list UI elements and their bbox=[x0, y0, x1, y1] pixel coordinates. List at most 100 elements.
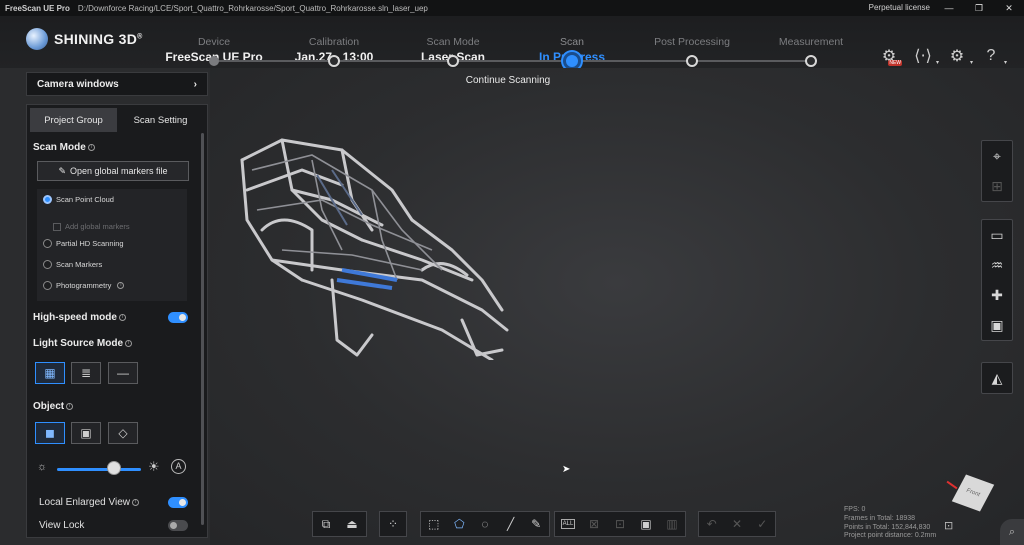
local-enlarged-toggle[interactable] bbox=[168, 497, 188, 508]
scan-statistics: FPS: 0 Frames in Total: 18938 Points in … bbox=[844, 506, 936, 541]
markers-button[interactable]: ⁘ bbox=[380, 512, 406, 536]
scanned-car-frame-model[interactable] bbox=[222, 130, 522, 360]
help-icon[interactable]: ? ▾ bbox=[978, 44, 1007, 68]
line-select-button[interactable]: ╱ bbox=[498, 512, 524, 536]
transform-button[interactable]: ⊞ bbox=[982, 171, 1012, 201]
chevron-down-icon: ▾ bbox=[1003, 60, 1007, 66]
object-reflective-button[interactable]: ▣ bbox=[71, 422, 101, 444]
select-all-label: ALL bbox=[560, 519, 576, 529]
open-global-markers-button[interactable]: ✎ Open global markers file bbox=[37, 161, 189, 181]
light-single-line-button[interactable]: — bbox=[108, 362, 138, 384]
x-icon: ✕ bbox=[731, 517, 743, 531]
checkbox-add-global-markers[interactable]: Add global markers bbox=[53, 222, 130, 231]
mesh-render-button[interactable]: ◭ bbox=[982, 363, 1012, 393]
light-parallel-lines-button[interactable]: ≣ bbox=[71, 362, 101, 384]
rectangle-select-icon: ⬚ bbox=[428, 517, 440, 531]
undo-button[interactable]: ↶ bbox=[699, 512, 724, 536]
step-dot-calibration[interactable] bbox=[328, 55, 340, 67]
deselect-button[interactable]: ⊠ bbox=[581, 512, 607, 536]
bottom-toolbar-selection: ⬚ ⬠ ◌ ╱ ✎ bbox=[420, 511, 550, 537]
radio-icon bbox=[43, 239, 52, 248]
minimize-button[interactable]: — bbox=[934, 0, 964, 16]
delete-button[interactable]: ▥ bbox=[659, 512, 685, 536]
local-enlarged-heading: Local Enlarged View i bbox=[39, 497, 139, 508]
scan-mode-heading: Scan Mode i bbox=[33, 142, 95, 153]
connected-select-button[interactable]: ▣ bbox=[633, 512, 659, 536]
logo-sphere-icon bbox=[26, 28, 48, 50]
close-button[interactable]: ✕ bbox=[994, 0, 1024, 16]
window-icon: ▭ bbox=[990, 226, 1004, 243]
tab-scan-setting[interactable]: Scan Setting bbox=[117, 108, 204, 132]
title-bar: FreeScan UE Pro D:/Downforce Racing/LCE/… bbox=[0, 0, 1024, 16]
info-icon[interactable]: i bbox=[66, 402, 74, 410]
plugin-button[interactable]: ✚ bbox=[982, 280, 1012, 310]
radio-photogrammetry[interactable]: Photogrammetry i bbox=[43, 281, 125, 290]
panel-tabs: Project Group Scan Setting bbox=[30, 108, 204, 132]
save-button[interactable]: ▣ bbox=[982, 310, 1012, 340]
step-dot-scan-mode[interactable] bbox=[447, 55, 459, 67]
clean-brush-button[interactable]: ♒ bbox=[982, 250, 1012, 280]
chevron-down-icon: ▾ bbox=[969, 60, 973, 66]
step-dot-measurement[interactable] bbox=[805, 55, 817, 67]
info-icon[interactable]: i bbox=[132, 498, 139, 506]
frames-total: Frames in Total: 18938 bbox=[844, 514, 916, 522]
scan-mode-options: Scan Point Cloud Add global markers Part… bbox=[37, 189, 187, 301]
step-dot-post-processing[interactable] bbox=[686, 55, 698, 67]
apply-button[interactable]: ✓ bbox=[750, 512, 775, 536]
continue-scanning-label[interactable]: Continue Scanning bbox=[440, 75, 576, 86]
light-multi-line-button[interactable]: ▦ bbox=[35, 362, 65, 384]
radio-label: Photogrammetry bbox=[56, 281, 112, 290]
camera-windows-toggle[interactable]: Camera windows › bbox=[26, 72, 208, 96]
brightness-slider-handle[interactable] bbox=[107, 461, 121, 475]
view-lock-toggle[interactable] bbox=[168, 520, 188, 531]
step-dot-device[interactable] bbox=[209, 56, 219, 66]
fps-readout: FPS: 0 bbox=[844, 506, 866, 513]
view-box-button[interactable]: ⧉ bbox=[313, 512, 339, 536]
step-title: Measurement bbox=[778, 36, 844, 48]
new-feature-icon[interactable]: ⚙ NEW bbox=[876, 44, 902, 68]
high-speed-toggle[interactable] bbox=[168, 312, 188, 323]
tab-project-group[interactable]: Project Group bbox=[30, 108, 117, 132]
object-solid-button[interactable]: ◼ bbox=[35, 422, 65, 444]
check-icon: ✓ bbox=[757, 517, 768, 531]
fit-view-icon[interactable]: ⊡ bbox=[944, 519, 958, 533]
panel-scrollbar[interactable] bbox=[201, 133, 204, 525]
search-icon: ⌕ bbox=[1008, 525, 1016, 538]
info-icon[interactable]: i bbox=[118, 313, 126, 321]
auto-brightness-button[interactable]: A bbox=[171, 459, 186, 474]
settings-gear-icon[interactable]: ⚙ ▾ bbox=[944, 44, 973, 68]
info-icon[interactable]: i bbox=[125, 339, 132, 347]
select-all-button[interactable]: ALL bbox=[555, 512, 581, 536]
brush-select-button[interactable]: ✎ bbox=[523, 512, 549, 536]
app-title: FreeScan UE Pro bbox=[5, 3, 70, 13]
lasso-select-button[interactable]: ◌ bbox=[472, 512, 498, 536]
invert-selection-button[interactable]: ⊡ bbox=[607, 512, 633, 536]
invert-icon: ⊡ bbox=[614, 517, 626, 531]
cancel-button[interactable]: ✕ bbox=[724, 512, 749, 536]
light-source-heading: Light Source Mode i bbox=[33, 338, 132, 349]
info-icon[interactable]: i bbox=[87, 143, 95, 151]
object-label: Object bbox=[33, 401, 65, 412]
share-icon[interactable]: ⟨⋅⟩ ▾ bbox=[910, 44, 939, 68]
brightness-low-icon: ☼ bbox=[37, 461, 48, 473]
window-panel-button[interactable]: ▭ bbox=[982, 220, 1012, 250]
radio-partial-hd-scanning[interactable]: Partial HD Scanning bbox=[43, 239, 124, 248]
camera-windows-label: Camera windows bbox=[37, 78, 119, 90]
polygon-select-button[interactable]: ⬠ bbox=[447, 512, 473, 536]
restore-button[interactable]: ❐ bbox=[964, 0, 994, 16]
info-icon[interactable]: i bbox=[117, 282, 125, 289]
radio-scan-markers[interactable]: Scan Markers bbox=[43, 260, 102, 269]
scan-settings-panel: Project Group Scan Setting Scan Mode i ✎ … bbox=[26, 104, 208, 538]
deselect-icon: ⊠ bbox=[588, 517, 600, 531]
scan-plane-button[interactable]: ⏏ bbox=[339, 512, 365, 536]
checkbox-label: Add global markers bbox=[65, 222, 130, 231]
zoom-search-button[interactable]: ⌕ bbox=[1000, 519, 1024, 545]
rect-select-button[interactable]: ⬚ bbox=[421, 512, 447, 536]
edit-point-tool-button[interactable]: ⌖ bbox=[982, 141, 1012, 171]
radio-scan-point-cloud[interactable]: Scan Point Cloud bbox=[43, 195, 114, 204]
edit-file-icon: ✎ bbox=[58, 165, 66, 176]
object-dark-button[interactable]: ◇ bbox=[108, 422, 138, 444]
step-title: Post Processing bbox=[654, 36, 730, 48]
brightness-slider-track[interactable] bbox=[57, 468, 141, 471]
new-badge: NEW bbox=[888, 60, 902, 66]
